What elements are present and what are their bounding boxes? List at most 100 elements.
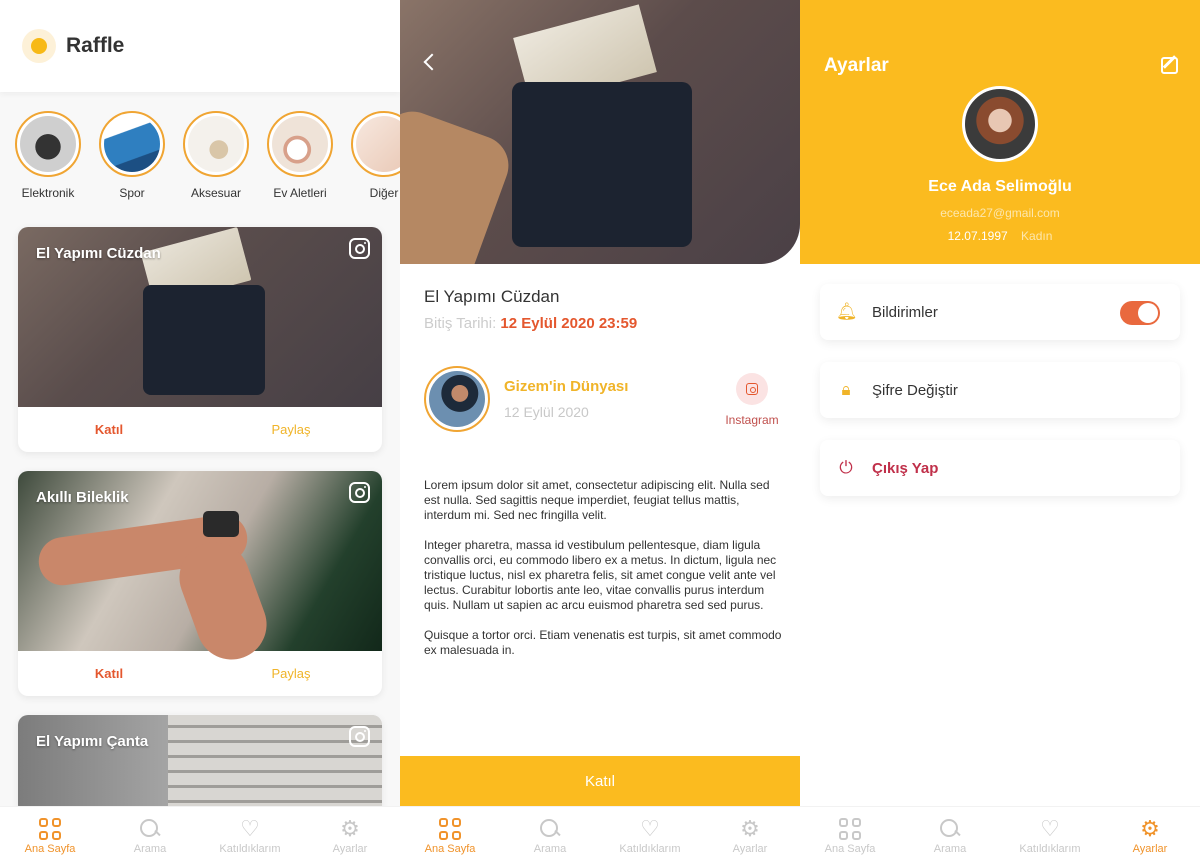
raffle-card[interactable]: Akıllı Bileklik Katıl Paylaş bbox=[18, 471, 382, 696]
category-label: Aksesuar bbox=[190, 186, 242, 200]
logout-label: Çıkış Yap bbox=[872, 459, 939, 477]
change-password-row[interactable]: 🔒︎ Şifre Değiştir bbox=[820, 362, 1180, 418]
nav-settings[interactable]: ⚙ Ayarlar bbox=[700, 807, 800, 866]
nav-search[interactable]: Arama bbox=[100, 807, 200, 866]
instagram-label: Instagram bbox=[725, 413, 779, 427]
category-aksesuar[interactable]: Aksesuar bbox=[182, 111, 250, 200]
heart-icon: ♡ bbox=[1040, 816, 1060, 841]
card-actions: Katıl Paylaş bbox=[18, 407, 382, 452]
category-image bbox=[351, 111, 400, 177]
gender: Kadın bbox=[1021, 229, 1053, 243]
nav-search[interactable]: Arama bbox=[900, 807, 1000, 866]
notifications-row[interactable]: 🔔︎ Bildirimler bbox=[820, 284, 1180, 340]
page-title: Ayarlar bbox=[824, 55, 889, 76]
category-ev-aletleri[interactable]: Ev Aletleri bbox=[266, 111, 334, 200]
instagram-icon[interactable] bbox=[349, 726, 370, 747]
profile-email: eceada27@gmail.com bbox=[940, 206, 1060, 220]
share-button[interactable]: Paylaş bbox=[200, 407, 382, 452]
owner-avatar[interactable] bbox=[424, 366, 490, 432]
gear-icon: ⚙ bbox=[740, 816, 760, 841]
card-title: El Yapımı Cüzdan bbox=[36, 245, 161, 262]
card-title: El Yapımı Çanta bbox=[36, 733, 149, 750]
search-icon bbox=[139, 818, 161, 840]
nav-joined[interactable]: ♡ Katıldıklarım bbox=[600, 807, 700, 866]
home-screen: Raffle Elektronik Spor Aksesuar Ev Aletl… bbox=[0, 0, 400, 866]
birth-date: 12.07.1997 bbox=[947, 229, 1008, 243]
nav-label: Arama bbox=[933, 843, 967, 855]
grid-icon bbox=[839, 818, 861, 840]
settings-screen: Ayarlar Ece Ada Selimoğlu eceada27@gmail… bbox=[800, 0, 1200, 866]
heart-icon: ♡ bbox=[640, 816, 660, 841]
instagram-icon[interactable] bbox=[349, 238, 370, 259]
nav-settings[interactable]: ⚙ Ayarlar bbox=[300, 807, 400, 866]
category-label: Elektronik bbox=[21, 186, 75, 200]
nav-label: Katıldıklarım bbox=[1019, 843, 1081, 855]
join-button[interactable]: Katıl bbox=[400, 756, 800, 806]
category-image bbox=[15, 111, 81, 177]
nav-search[interactable]: Arama bbox=[500, 807, 600, 866]
instagram-link[interactable]: Instagram bbox=[722, 373, 782, 427]
notifications-toggle[interactable] bbox=[1120, 301, 1160, 325]
search-icon bbox=[939, 818, 961, 840]
category-elektronik[interactable]: Elektronik bbox=[14, 111, 82, 200]
instagram-icon[interactable] bbox=[349, 482, 370, 503]
instagram-icon bbox=[736, 373, 768, 405]
profile-header: Ayarlar Ece Ada Selimoğlu eceada27@gmail… bbox=[800, 0, 1200, 264]
wood-surface bbox=[400, 103, 517, 264]
nav-label: Arama bbox=[533, 843, 567, 855]
profile-meta: 12.07.1997 Kadın bbox=[800, 229, 1200, 243]
search-icon bbox=[539, 818, 561, 840]
card-image: El Yapımı Çanta bbox=[18, 715, 382, 815]
owner-date: 12 Eylül 2020 bbox=[504, 404, 589, 420]
category-image bbox=[99, 111, 165, 177]
edit-icon[interactable] bbox=[1161, 57, 1178, 74]
end-date: Bitiş Tarihi: 12 Eylül 2020 23:59 bbox=[424, 315, 637, 332]
back-icon[interactable] bbox=[423, 53, 441, 71]
nav-home[interactable]: Ana Sayfa bbox=[400, 807, 500, 866]
card-image: El Yapımı Cüzdan bbox=[18, 227, 382, 407]
logout-row[interactable]: ⏻ Çıkış Yap bbox=[820, 440, 1180, 496]
category-list: Elektronik Spor Aksesuar Ev Aletleri Diğ… bbox=[14, 111, 400, 200]
notifications-label: Bildirimler bbox=[872, 303, 938, 321]
category-label: Spor bbox=[119, 186, 145, 200]
gear-icon: ⚙ bbox=[340, 816, 360, 841]
grid-icon bbox=[439, 818, 461, 840]
profile-name: Ece Ada Selimoğlu bbox=[928, 178, 1072, 195]
category-label: Diğer bbox=[369, 186, 399, 200]
description-paragraph: Lorem ipsum dolor sit amet, consectetur … bbox=[424, 478, 770, 522]
description-paragraph: Quisque a tortor orci. Etiam venenatis e… bbox=[424, 628, 782, 657]
change-password-label: Şifre Değiştir bbox=[872, 381, 958, 399]
end-date-value: 12 Eylül 2020 23:59 bbox=[500, 315, 638, 332]
bottom-nav: Ana Sayfa Arama ♡ Katıldıklarım ⚙ Ayarla… bbox=[0, 806, 400, 866]
card-title: Akıllı Bileklik bbox=[36, 489, 129, 506]
nav-label: Katıldıklarım bbox=[619, 843, 681, 855]
owner-name[interactable]: Gizem'in Dünyası bbox=[504, 378, 628, 395]
nav-label: Ayarlar bbox=[1132, 843, 1168, 855]
join-button[interactable]: Katıl bbox=[18, 407, 200, 452]
nav-label: Ana Sayfa bbox=[824, 843, 876, 855]
nav-home[interactable]: Ana Sayfa bbox=[0, 807, 100, 866]
raffle-card[interactable]: El Yapımı Çanta bbox=[18, 715, 382, 815]
power-icon: ⏻ bbox=[839, 458, 853, 477]
nav-label: Katıldıklarım bbox=[219, 843, 281, 855]
lock-icon: 🔒︎ bbox=[841, 380, 851, 399]
category-image bbox=[183, 111, 249, 177]
card-actions: Katıl Paylaş bbox=[18, 651, 382, 696]
category-diger[interactable]: Diğer bbox=[350, 111, 400, 200]
nav-label: Ana Sayfa bbox=[24, 843, 76, 855]
join-button[interactable]: Katıl bbox=[18, 651, 200, 696]
gear-icon: ⚙ bbox=[1140, 816, 1160, 841]
home-header: Raffle bbox=[0, 0, 400, 92]
nav-joined[interactable]: ♡ Katıldıklarım bbox=[1000, 807, 1100, 866]
app-title: Raffle bbox=[66, 34, 125, 57]
category-label: Ev Aletleri bbox=[273, 186, 327, 200]
nav-joined[interactable]: ♡ Katıldıklarım bbox=[200, 807, 300, 866]
nav-home[interactable]: Ana Sayfa bbox=[800, 807, 900, 866]
bottom-nav: Ana Sayfa Arama ♡ Katıldıklarım ⚙ Ayarla… bbox=[400, 806, 800, 866]
avatar[interactable] bbox=[962, 86, 1038, 162]
category-image bbox=[267, 111, 333, 177]
nav-settings[interactable]: ⚙ Ayarlar bbox=[1100, 807, 1200, 866]
end-date-label: Bitiş Tarihi: bbox=[424, 315, 497, 332]
category-spor[interactable]: Spor bbox=[98, 111, 166, 200]
raffle-card[interactable]: El Yapımı Cüzdan Katıl Paylaş bbox=[18, 227, 382, 452]
